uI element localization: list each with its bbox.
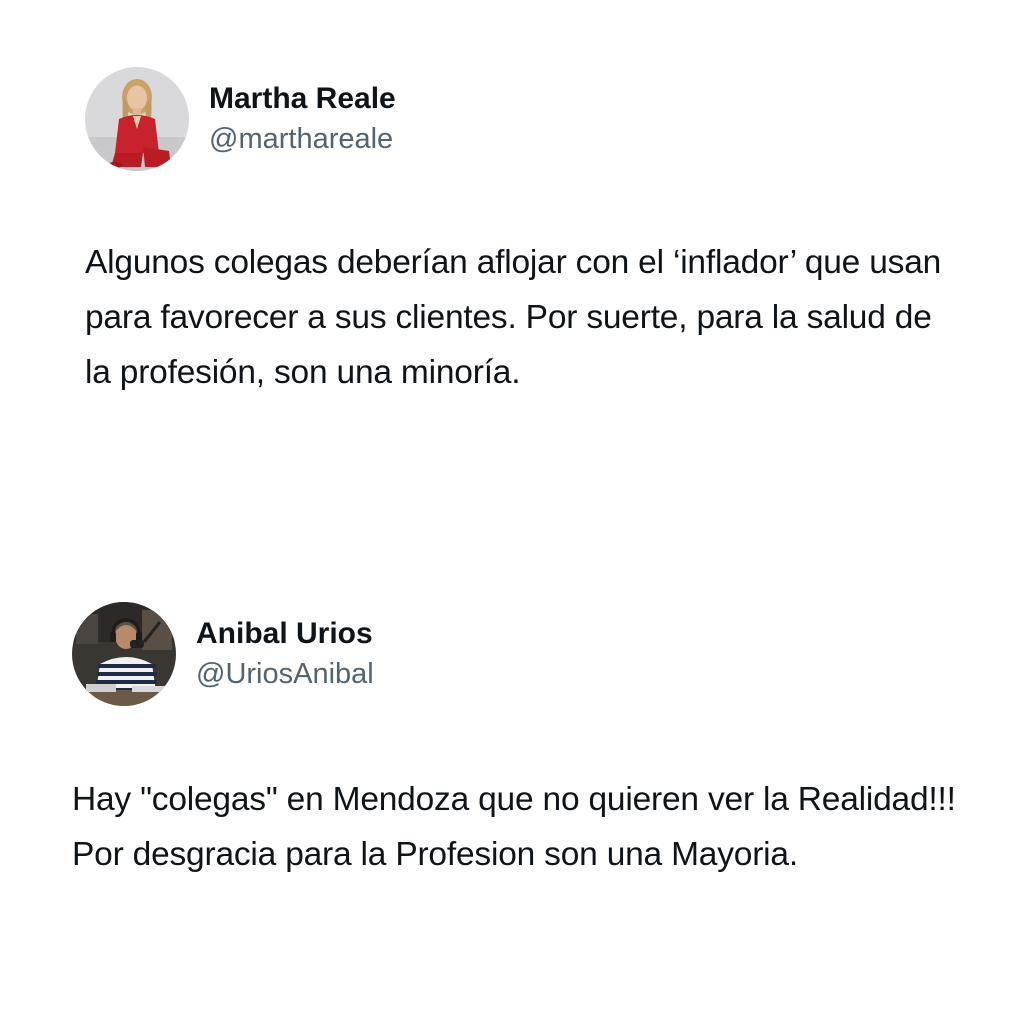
author-avatar[interactable] (85, 67, 189, 171)
tweet-text: Algunos colegas deberían aflojar con el … (85, 244, 942, 391)
author-avatar[interactable] (72, 602, 176, 706)
tweet-card[interactable]: Martha Reale @marthareale Algunos colega… (85, 67, 985, 400)
author-names: Martha Reale @marthareale (209, 81, 396, 157)
author-display-name[interactable]: Anibal Urios (196, 616, 374, 652)
author-display-name[interactable]: Martha Reale (209, 81, 396, 117)
tweet-card[interactable]: Anibal Urios @UriosAnibal Hay "colegas" … (72, 602, 992, 882)
avatar-photo-woman-icon (85, 67, 189, 171)
tweet-header: Anibal Urios @UriosAnibal (72, 602, 992, 706)
author-handle[interactable]: @marthareale (209, 121, 396, 157)
author-handle[interactable]: @UriosAnibal (196, 656, 374, 692)
avatar-photo-man-icon (72, 602, 176, 706)
author-names: Anibal Urios @UriosAnibal (196, 616, 374, 692)
tweet-text: Hay "colegas" en Mendoza que no quieren … (72, 781, 956, 873)
tweet-header: Martha Reale @marthareale (85, 67, 985, 171)
